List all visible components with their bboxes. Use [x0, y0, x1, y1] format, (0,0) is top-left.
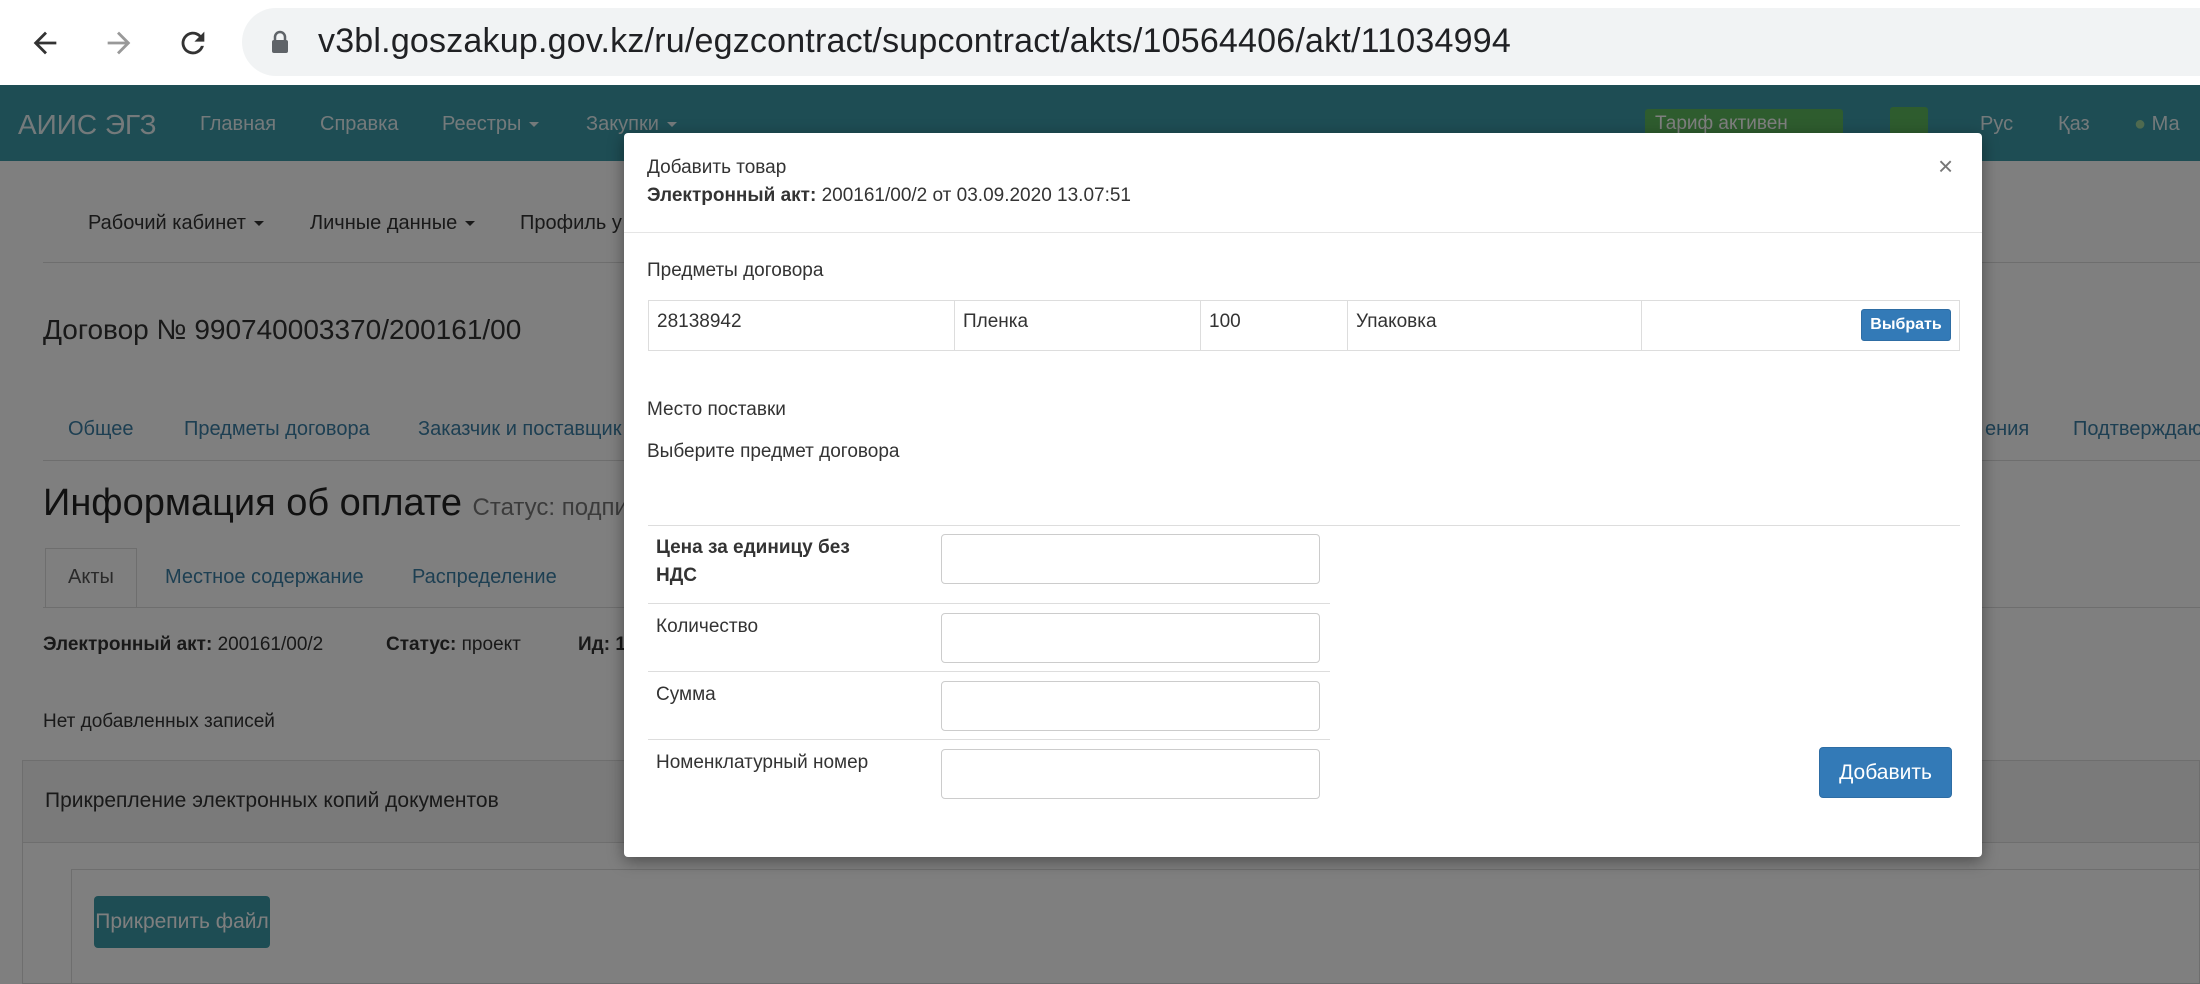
modal-subtitle-value: 200161/00/2 от 03.09.2020 13.07:51 — [821, 185, 1131, 206]
quantity-input[interactable] — [941, 613, 1320, 663]
contract-items-label: Предметы договора — [647, 260, 824, 281]
nomenclature-label: Номенклатурный номер — [656, 752, 869, 773]
item-name: Пленка — [955, 301, 1201, 350]
nomenclature-input[interactable] — [941, 749, 1320, 799]
modal-header: Добавить товар Электронный акт: 200161/0… — [624, 133, 1982, 233]
address-bar[interactable]: v3bl.goszakup.gov.kz/ru/egzcontract/supc… — [242, 8, 2200, 76]
modal-subtitle-label: Электронный акт: — [647, 185, 817, 206]
reload-icon[interactable] — [168, 18, 218, 68]
add-button[interactable]: Добавить — [1819, 747, 1952, 798]
select-button[interactable]: Выбрать — [1861, 309, 1951, 341]
url-text: v3bl.goszakup.gov.kz/ru/egzcontract/supc… — [318, 22, 1511, 60]
delivery-place-label: Место поставки — [647, 399, 786, 420]
price-input[interactable] — [941, 534, 1320, 584]
modal-title: Добавить товар — [647, 157, 787, 178]
sum-row: Сумма — [648, 673, 1330, 740]
contract-item-row: 28138942 Пленка 100 Упаковка Выбрать — [648, 300, 1960, 351]
browser-toolbar: v3bl.goszakup.gov.kz/ru/egzcontract/supc… — [0, 0, 2200, 85]
modal-subtitle: Электронный акт: 200161/00/2 от 03.09.20… — [647, 185, 1131, 207]
nomenclature-row: Номенклатурный номер — [648, 741, 1330, 808]
quantity-row: Количество — [648, 605, 1330, 672]
item-code: 28138942 — [649, 301, 955, 350]
forward-icon[interactable] — [94, 18, 144, 68]
price-label: Цена за единицу без НДС — [656, 537, 850, 586]
item-quantity: 100 — [1201, 301, 1348, 350]
back-icon[interactable] — [20, 18, 70, 68]
quantity-label: Количество — [656, 616, 759, 637]
delivery-place-hint: Выберите предмет договора — [647, 441, 900, 462]
lock-icon — [270, 30, 290, 59]
sum-label: Сумма — [656, 684, 716, 705]
sum-input[interactable] — [941, 681, 1320, 731]
price-row: Цена за единицу без НДС — [648, 526, 1330, 604]
close-icon[interactable]: × — [1938, 151, 1953, 182]
item-action-cell: Выбрать — [1642, 301, 1959, 350]
add-item-modal: Добавить товар Электронный акт: 200161/0… — [624, 133, 1982, 857]
item-unit: Упаковка — [1348, 301, 1642, 350]
